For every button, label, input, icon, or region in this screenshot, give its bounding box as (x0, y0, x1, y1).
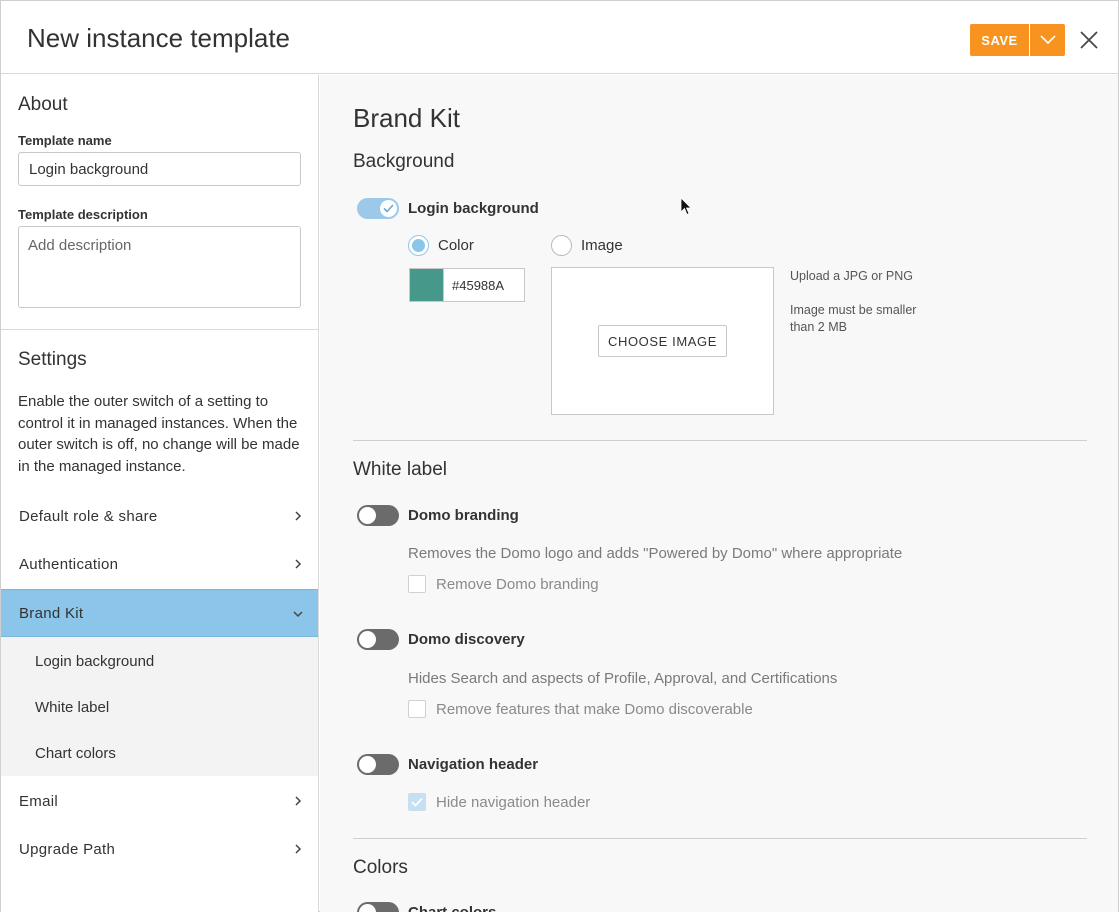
about-heading: About (18, 94, 68, 115)
save-options-dropdown[interactable] (1030, 24, 1065, 56)
navigation-header-label: Navigation header (408, 756, 539, 773)
checkbox-label: Remove features that make Domo discovera… (436, 700, 753, 718)
color-radio-label: Color (438, 237, 474, 254)
template-name-input[interactable]: Login background (18, 152, 301, 186)
color-swatch[interactable] (409, 268, 444, 302)
chart-colors-label: Chart colors (408, 904, 496, 912)
mouse-pointer-icon (680, 197, 692, 216)
upload-size-note-line2: than 2 MB (790, 320, 847, 334)
sidebar-divider (1, 329, 318, 330)
chart-colors-toggle[interactable] (357, 902, 399, 912)
remove-domo-branding-checkbox[interactable] (408, 575, 426, 593)
remove-discoverable-features-checkbox[interactable] (408, 700, 426, 718)
domo-branding-toggle[interactable] (357, 505, 399, 526)
sidebar-item-label: Upgrade Path (19, 840, 116, 858)
subnav-item-login-background[interactable]: Login background (1, 638, 318, 684)
color-radio-option[interactable]: Color (408, 235, 474, 256)
subnav-item-label: Chart colors (35, 744, 116, 762)
check-icon (411, 797, 423, 807)
navigation-header-toggle[interactable] (357, 754, 399, 775)
toggle-knob (359, 631, 376, 648)
background-heading: Background (353, 151, 455, 172)
subnav-item-chart-colors[interactable]: Chart colors (1, 730, 318, 776)
colors-heading: Colors (353, 857, 408, 878)
remove-domo-branding-option[interactable]: Remove Domo branding (408, 575, 599, 593)
image-upload-area: CHOOSE IMAGE (551, 267, 774, 415)
chevron-down-icon (293, 611, 303, 618)
remove-discoverable-features-option[interactable]: Remove features that make Domo discovera… (408, 700, 753, 718)
settings-heading: Settings (18, 349, 87, 370)
sidebar-item-email[interactable]: Email (1, 777, 318, 825)
check-icon (383, 204, 394, 213)
brand-kit-panel: Brand Kit Background Login background Co… (320, 75, 1118, 912)
domo-branding-label: Domo branding (408, 507, 519, 524)
image-radio-option[interactable]: Image (551, 235, 623, 256)
domo-branding-helper: Removes the Domo logo and adds "Powered … (408, 545, 903, 562)
toggle-knob (359, 756, 376, 773)
choose-image-button[interactable]: CHOOSE IMAGE (598, 325, 727, 357)
sidebar-item-label: Email (19, 792, 59, 810)
section-divider (353, 838, 1087, 839)
close-icon (1080, 31, 1098, 49)
toggle-knob (380, 200, 397, 217)
template-description-label: Template description (18, 207, 148, 222)
toggle-knob (359, 904, 376, 912)
template-name-label: Template name (18, 133, 112, 148)
domo-discovery-label: Domo discovery (408, 631, 525, 648)
sidebar-item-label: Brand Kit (19, 604, 84, 622)
save-button[interactable]: SAVE (970, 24, 1030, 56)
toggle-knob (359, 507, 376, 524)
chevron-right-icon (295, 796, 302, 806)
chevron-down-icon (1039, 35, 1056, 45)
image-radio[interactable] (551, 235, 572, 256)
domo-discovery-helper: Hides Search and aspects of Profile, App… (408, 670, 838, 687)
login-background-toggle[interactable] (357, 198, 399, 219)
close-button[interactable] (1078, 29, 1100, 51)
template-description-input[interactable]: Add description (18, 226, 301, 308)
sidebar-item-upgrade-path[interactable]: Upgrade Path (1, 825, 318, 873)
sidebar-item-authentication[interactable]: Authentication (1, 540, 318, 588)
login-background-label: Login background (408, 200, 539, 217)
sidebar-item-brand-kit[interactable]: Brand Kit (1, 589, 318, 637)
color-radio[interactable] (408, 235, 429, 256)
upload-size-note-line1: Image must be smaller (790, 303, 917, 317)
chevron-right-icon (295, 844, 302, 854)
instance-template-dialog: New instance template SAVE About Templat… (0, 0, 1119, 912)
brand-kit-subnav: Login background White label Chart color… (1, 637, 318, 776)
chevron-right-icon (295, 511, 302, 521)
upload-format-note: Upload a JPG or PNG (790, 269, 913, 283)
white-label-heading: White label (353, 459, 447, 480)
checkbox-label: Remove Domo branding (436, 575, 599, 593)
color-hex-input[interactable]: #45988A (443, 268, 525, 302)
page-title: Brand Kit (353, 103, 460, 133)
save-button-group: SAVE (970, 24, 1065, 56)
hide-navigation-header-checkbox[interactable] (408, 793, 426, 811)
subnav-item-label: White label (35, 698, 110, 716)
hide-navigation-header-option[interactable]: Hide navigation header (408, 793, 590, 811)
settings-sidebar: About Template name Login background Tem… (1, 75, 319, 912)
checkbox-label: Hide navigation header (436, 793, 591, 811)
settings-description: Enable the outer switch of a setting to … (18, 393, 300, 475)
sidebar-item-label: Default role & share (19, 507, 158, 525)
sidebar-item-label: Authentication (19, 555, 119, 573)
chevron-right-icon (295, 559, 302, 569)
section-divider (353, 440, 1087, 441)
subnav-item-white-label[interactable]: White label (1, 684, 318, 730)
dialog-title: New instance template (27, 23, 291, 53)
image-radio-label: Image (581, 237, 623, 254)
dialog-header: New instance template SAVE (1, 1, 1118, 74)
sidebar-item-default-role-share[interactable]: Default role & share (1, 492, 318, 540)
domo-discovery-toggle[interactable] (357, 629, 399, 650)
subnav-item-label: Login background (35, 652, 155, 670)
